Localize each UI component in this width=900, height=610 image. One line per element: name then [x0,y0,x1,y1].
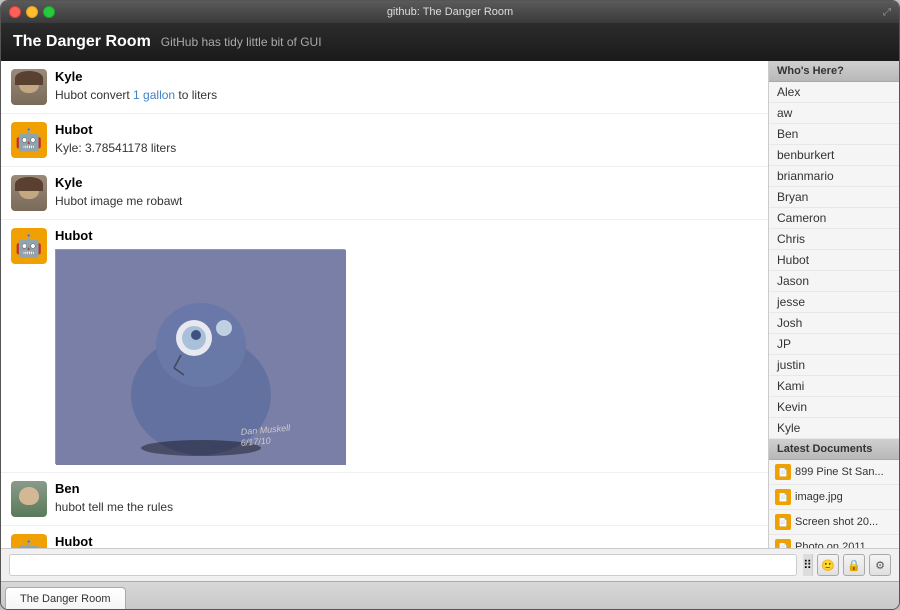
message-content: Kyle Hubot convert 1 gallon to liters [55,69,758,104]
input-row: ⠿ 🙂 🔒 ⚙ [1,549,899,581]
list-item[interactable]: 📄 Photo on 2011... [769,535,899,548]
tabbar: The Danger Room [1,581,899,609]
table-row: 🤖 Hubot [1,220,768,473]
ben-avatar-image [11,481,47,517]
sidebar-item-user[interactable]: Bryan [769,187,899,208]
sidebar-item-user[interactable]: Chris [769,229,899,250]
tab-label: The Danger Room [20,593,111,605]
avatar [11,175,47,211]
traffic-lights [9,6,55,18]
message-link[interactable]: 1 gallon [133,88,175,102]
message-content: Hubot [55,228,758,464]
scroll-indicator: ⠿ [803,554,813,576]
latest-docs-header: Latest Documents [769,439,899,460]
document-icon: 📄 [775,539,791,548]
list-item[interactable]: 📄 Screen shot 20... [769,510,899,535]
avatar: 🤖 [11,228,47,264]
message-username: Kyle [55,69,758,84]
sidebar-item-user[interactable]: Kyle [769,418,899,439]
close-button[interactable] [9,6,21,18]
lock-button[interactable]: 🔒 [843,554,865,576]
table-row: 🤖 Hubot 1. A robot may not injure a huma… [1,526,768,548]
avatar: 🤖 [11,122,47,158]
sidebar-item-user[interactable]: Jason [769,271,899,292]
message-text: hubot tell me the rules [55,498,758,516]
kyle-avatar-image [11,69,47,105]
smiley-button[interactable]: 🙂 [817,554,839,576]
document-name: Photo on 2011... [795,541,875,548]
document-name: 899 Pine St San... [795,466,884,478]
list-item[interactable]: 📄 image.jpg [769,485,899,510]
main-content: Kyle Hubot convert 1 gallon to liters 🤖 … [1,61,899,548]
input-controls: ⠿ 🙂 🔒 ⚙ [803,554,891,576]
message-text: Kyle: 3.78541178 liters [55,139,758,157]
sidebar-item-user[interactable]: jesse [769,292,899,313]
window-title: github: The Danger Room [387,6,513,18]
document-icon: 📄 [775,464,791,480]
sidebar-item-user[interactable]: justin [769,355,899,376]
table-row: Kyle Hubot image me robawt [1,167,768,220]
avatar: 🤖 [11,534,47,548]
resize-icon: ⤢ [883,7,891,18]
document-icon: 📄 [775,514,791,530]
message-username: Hubot [55,122,758,137]
maximize-button[interactable] [43,6,55,18]
document-name: image.jpg [795,491,843,503]
table-row: Ben hubot tell me the rules [1,473,768,526]
sidebar-item-user[interactable]: aw [769,103,899,124]
sidebar-item-user[interactable]: Kami [769,376,899,397]
message-content: Hubot 1. A robot may not injure a human … [55,534,758,548]
sidebar-item-user[interactable]: Hubot [769,250,899,271]
message-content: Hubot Kyle: 3.78541178 liters [55,122,758,157]
chat-area[interactable]: Kyle Hubot convert 1 gallon to liters 🤖 … [1,61,769,548]
table-row: 🤖 Hubot Kyle: 3.78541178 liters [1,114,768,167]
main-window: github: The Danger Room ⤢ The Danger Roo… [0,0,900,610]
sidebar-item-user[interactable]: Cameron [769,208,899,229]
sidebar-item-user[interactable]: Alex [769,82,899,103]
message-username: Ben [55,481,758,496]
room-title: The Danger Room [13,33,151,51]
avatar [11,69,47,105]
whos-here-header: Who's Here? [769,61,899,82]
message-username: Hubot [55,228,758,243]
document-icon: 📄 [775,489,791,505]
table-row: Kyle Hubot convert 1 gallon to liters [1,61,768,114]
sidebar-item-user[interactable]: JP [769,334,899,355]
message-username: Kyle [55,175,758,190]
message-content: Kyle Hubot image me robawt [55,175,758,210]
message-text: Hubot convert 1 gallon to liters [55,86,758,104]
room-header: The Danger Room GitHub has tidy little b… [1,23,899,61]
chat-input[interactable] [9,554,797,576]
sidebar: Who's Here? Alex aw Ben benburkert brian… [769,61,899,548]
sidebar-item-user[interactable]: Kevin [769,397,899,418]
sidebar-item-user[interactable]: Josh [769,313,899,334]
robot-image: Dan Muskell 6/17/10 [55,249,345,464]
minimize-button[interactable] [26,6,38,18]
sidebar-item-user[interactable]: Ben [769,124,899,145]
list-item[interactable]: 📄 899 Pine St San... [769,460,899,485]
tab-danger-room[interactable]: The Danger Room [5,587,126,609]
room-subtitle: GitHub has tidy little bit of GUI [161,35,322,49]
hubot-avatar-image: 🤖 [11,228,47,264]
titlebar: github: The Danger Room ⤢ [1,1,899,23]
avatar [11,481,47,517]
kyle-avatar-image [11,175,47,211]
bottom-area: ⠿ 🙂 🔒 ⚙ [1,548,899,581]
hubot-avatar-image: 🤖 [11,534,47,548]
message-username: Hubot [55,534,758,548]
message-text: Hubot image me robawt [55,192,758,210]
sidebar-item-user[interactable]: brianmario [769,166,899,187]
message-content: Ben hubot tell me the rules [55,481,758,516]
hubot-avatar-image: 🤖 [11,122,47,158]
document-name: Screen shot 20... [795,516,878,528]
settings-button[interactable]: ⚙ [869,554,891,576]
sidebar-item-user[interactable]: benburkert [769,145,899,166]
